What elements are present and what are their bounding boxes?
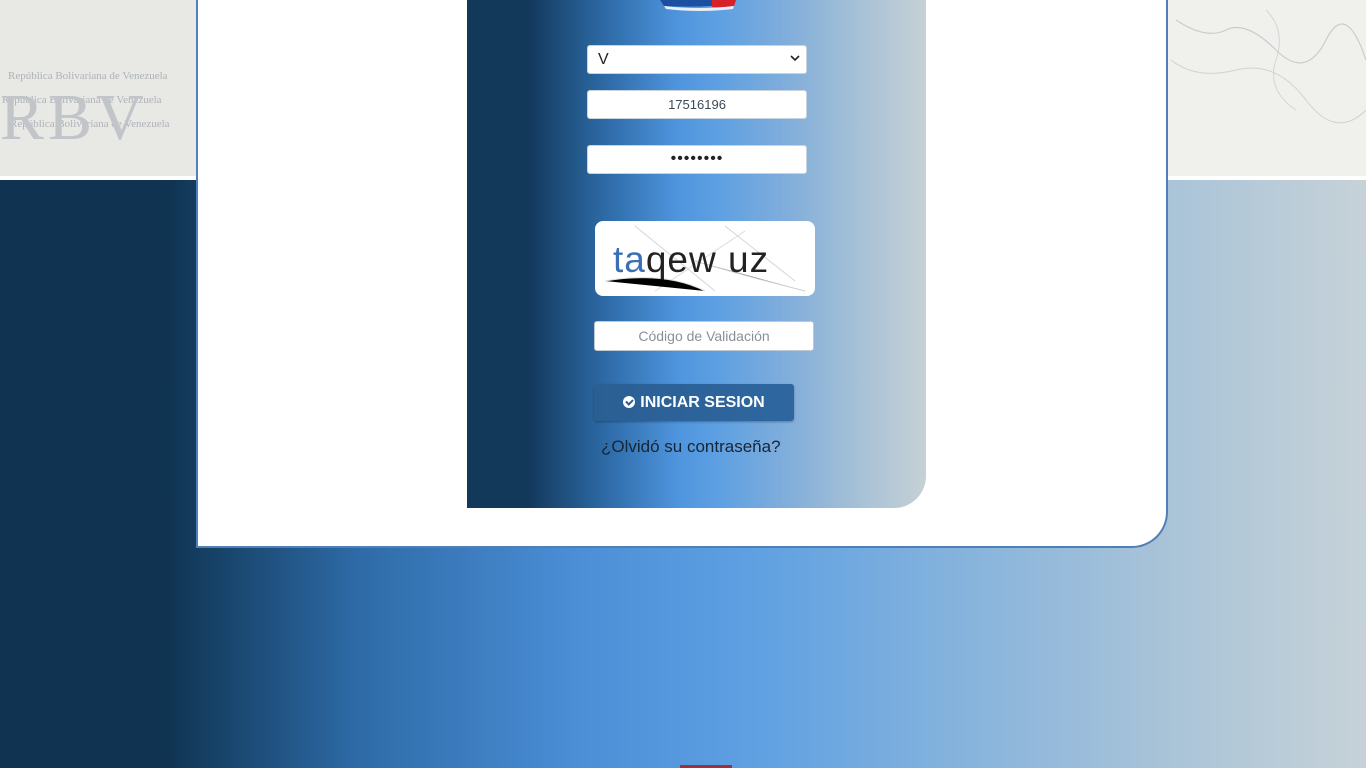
validation-code-input[interactable]: Código de Validación [594,321,814,351]
watermark-logo-text: RBV [0,81,148,154]
document-type-value: V [598,51,609,68]
chevron-down-icon [790,55,800,62]
rbv-watermark: República Bolivariana de Venezuela Repúb… [0,60,190,170]
captcha-image: taqew uz [595,221,815,296]
map-outline-image [1166,0,1366,176]
login-button[interactable]: INICIAR SESION [594,384,794,421]
password-input[interactable]: •••••••• [587,145,807,174]
venezuela-flag-icon [660,0,736,11]
login-button-label: INICIAR SESION [640,394,765,411]
forgot-password-link[interactable]: ¿Olvidó su contraseña? [601,437,781,457]
captcha-text: taqew uz [613,239,770,280]
check-circle-icon [623,396,636,408]
document-type-select[interactable]: V [587,45,807,74]
id-number-input[interactable]: 17516196 [587,90,807,119]
